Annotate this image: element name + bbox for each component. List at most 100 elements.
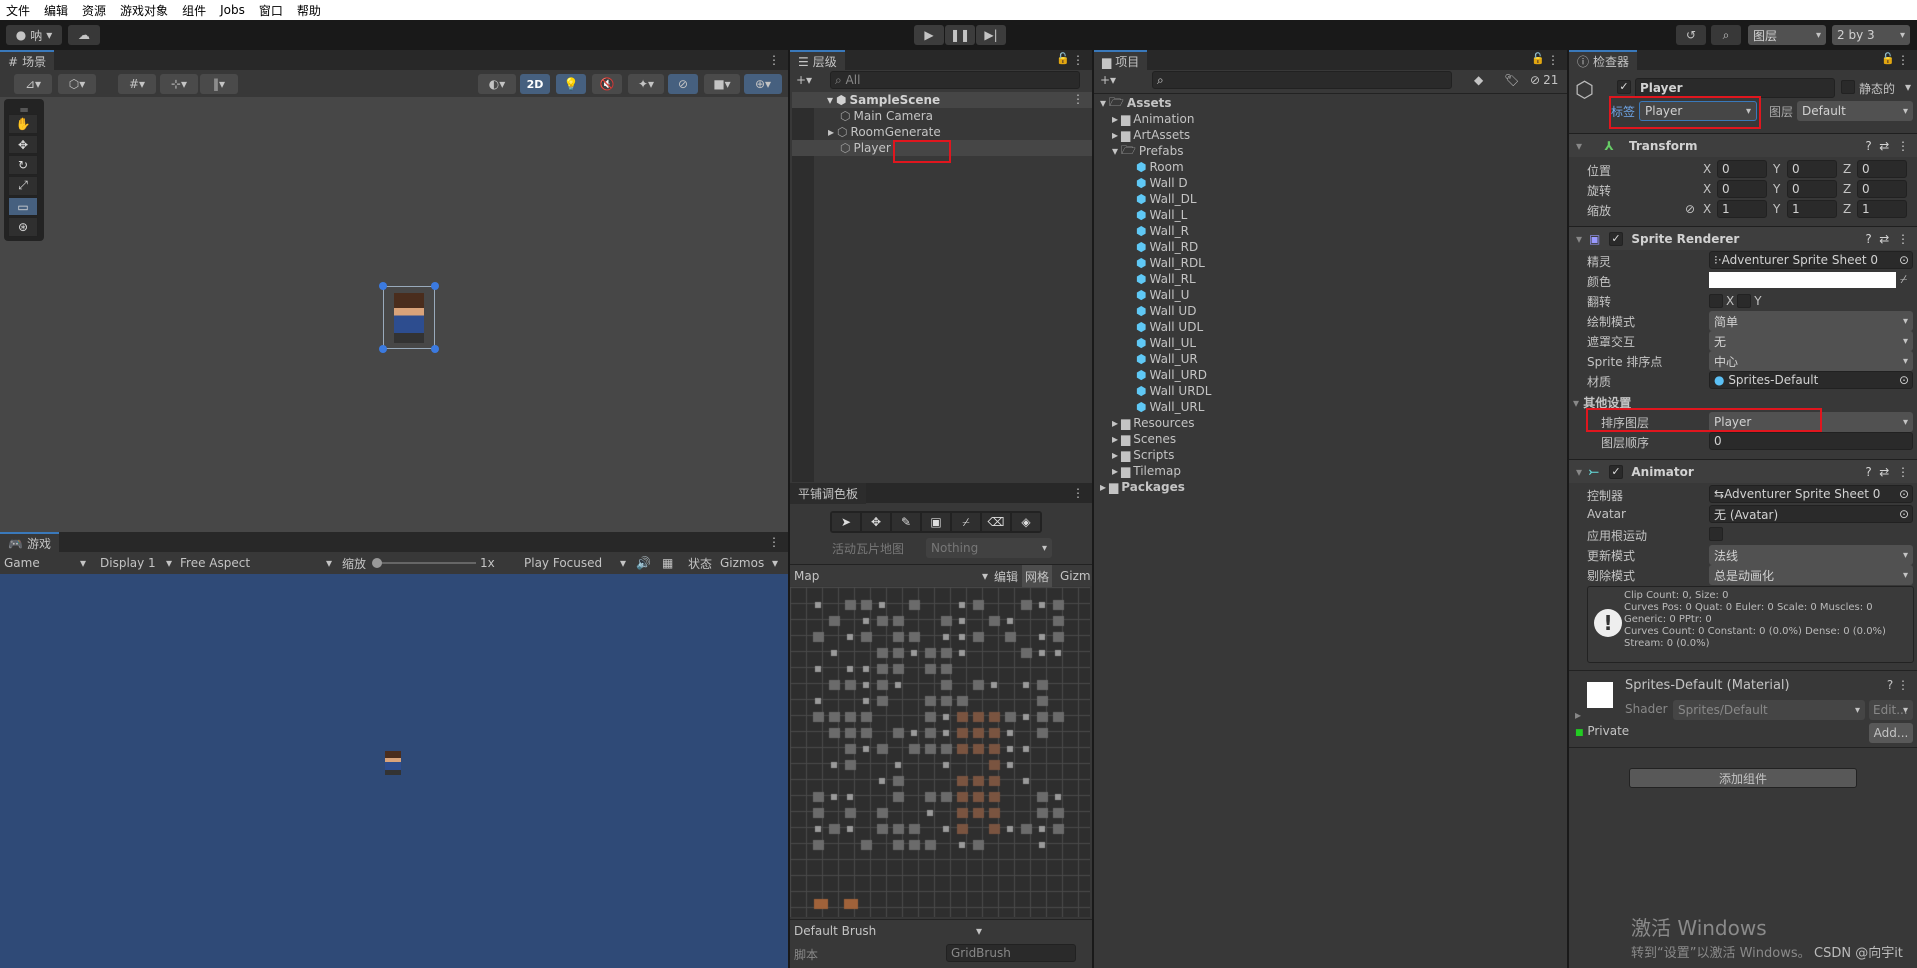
project-folder[interactable]: ▸ ▆ Resources	[1112, 415, 1195, 431]
culling-mode-dropdown[interactable]: 总是动画化	[1709, 565, 1913, 585]
keyboard-icon[interactable]: ▦	[662, 555, 673, 571]
tab-scene[interactable]: # 场景	[0, 50, 55, 71]
project-prefab[interactable]: ⬢ Room	[1136, 159, 1184, 175]
history-button[interactable]: ↺	[1676, 25, 1706, 45]
menu-item[interactable]: Jobs	[220, 3, 245, 17]
gizmos-dropdown-icon[interactable]: ▾	[772, 555, 778, 571]
cloud-button[interactable]: ☁	[68, 25, 100, 45]
gizmos-icon[interactable]: ⊕▾	[744, 74, 782, 94]
tab-tile-palette[interactable]: 平铺调色板	[790, 483, 867, 504]
hierarchy-item[interactable]: ⬡ Player	[792, 140, 1092, 156]
transform-y-field[interactable]: 1	[1787, 200, 1837, 218]
sprite-renderer-enabled-checkbox[interactable]: ✓	[1609, 231, 1623, 246]
flip-x-checkbox[interactable]	[1709, 294, 1723, 308]
more-icon[interactable]: ⋮	[1072, 53, 1084, 67]
scale-tool-icon[interactable]: ⤢	[8, 176, 38, 196]
transform-z-field[interactable]: 1	[1857, 200, 1907, 218]
project-prefab[interactable]: ⬢ Wall D	[1136, 175, 1188, 191]
create-button[interactable]: +▾	[1100, 72, 1116, 88]
fill-icon[interactable]: ◈	[1011, 512, 1041, 532]
transform-tool-icon[interactable]: ⊛	[8, 217, 38, 238]
shading-button[interactable]: ◐▾	[478, 74, 516, 94]
additional-settings-foldout[interactable]: ▾ 其他设置	[1573, 394, 1631, 411]
project-prefab[interactable]: ⬢ Wall_DL	[1136, 191, 1197, 207]
menu-item[interactable]: 帮助	[297, 2, 321, 19]
tab-inspector[interactable]: ⓘ 检查器	[1569, 50, 1638, 71]
search-button[interactable]: ⌕	[1711, 25, 1741, 45]
transform-z-field[interactable]: 0	[1857, 160, 1907, 178]
audio-icon[interactable]: 🔊	[636, 555, 651, 571]
menu-item[interactable]: 组件	[182, 2, 206, 19]
paint-tool-icon[interactable]: ✎	[891, 512, 921, 532]
project-prefab[interactable]: ⬢ Wall UDL	[1136, 319, 1203, 335]
tab-game[interactable]: 🎮 游戏	[0, 532, 59, 553]
active-tilemap-dropdown[interactable]: Nothing	[926, 538, 1052, 558]
ruler-button[interactable]: ‖▾	[200, 74, 238, 94]
update-mode-dropdown[interactable]: 法线	[1709, 545, 1913, 565]
box-fill-icon[interactable]: ▣	[921, 512, 951, 532]
mask-interaction-dropdown[interactable]: 无	[1709, 331, 1913, 351]
sorting-layer-dropdown[interactable]: Player	[1709, 412, 1913, 432]
effects-icon[interactable]: ✦▾	[628, 74, 664, 94]
play-button[interactable]: ▶	[914, 25, 944, 45]
increment-snap-button[interactable]: ⊹▾	[160, 74, 198, 94]
tile-palette-grid[interactable]	[790, 587, 1090, 917]
constrain-proportions-icon[interactable]: ⊘	[1685, 202, 1695, 216]
menu-item[interactable]: 文件	[6, 2, 30, 19]
project-prefab[interactable]: ⬢ Wall_UR	[1136, 351, 1198, 367]
play-mode-dropdown[interactable]: Play Focused ▾	[524, 555, 628, 571]
player-sprite-selected[interactable]	[379, 282, 439, 353]
static-checkbox[interactable]	[1841, 80, 1855, 94]
display-mode-dropdown[interactable]: Game ▾	[4, 555, 88, 571]
edit-shader-button[interactable]: Edit...	[1869, 700, 1913, 720]
more-icon[interactable]: ⋮	[1072, 486, 1084, 500]
order-field[interactable]: 0	[1709, 432, 1913, 450]
hand-tool-icon[interactable]: ✋	[8, 114, 38, 134]
hierarchy-search-input[interactable]: ⌕ All	[830, 71, 1080, 89]
menu-item[interactable]: 游戏对象	[120, 2, 168, 19]
pause-button[interactable]: ❚❚	[945, 25, 975, 45]
avatar-field[interactable]: 无 (Avatar) ⊙	[1709, 505, 1913, 523]
project-folder[interactable]: ▸ ▆ Scenes	[1112, 431, 1176, 447]
hierarchy-item[interactable]: ▸ ⬡ RoomGenerate	[792, 124, 1092, 140]
layout-dropdown[interactable]: 2 by 3	[1832, 25, 1910, 45]
filter-label-icon[interactable]: 🏷	[1504, 72, 1519, 88]
gizmos-button[interactable]: Gizmos	[720, 555, 764, 571]
transform-z-field[interactable]: 0	[1857, 180, 1907, 198]
transform-x-field[interactable]: 1	[1717, 200, 1767, 218]
rotate-tool-icon[interactable]: ↻	[8, 155, 38, 176]
stats-button[interactable]: 状态	[688, 555, 712, 571]
view-mode-button[interactable]: ⬡▾	[58, 74, 96, 94]
gizmos-button[interactable]: Gizm	[1060, 568, 1091, 584]
color-swatch[interactable]	[1709, 272, 1896, 288]
menu-item[interactable]: 编辑	[44, 2, 68, 19]
grid-button[interactable]: 网格	[1022, 565, 1053, 587]
project-folder[interactable]: ▾ 🗁 Prefabs	[1112, 143, 1183, 159]
draw-mode-button[interactable]: ⊿▾	[14, 74, 52, 94]
menu-item[interactable]: 资源	[82, 2, 106, 19]
project-folder[interactable]: ▸ ▆ Tilemap	[1112, 463, 1181, 479]
root-motion-checkbox[interactable]	[1709, 527, 1723, 541]
camera-icon[interactable]: ■▾	[704, 74, 740, 94]
flip-y-checkbox[interactable]	[1737, 294, 1752, 308]
project-folder[interactable]: ▸ ▆ Animation	[1112, 111, 1194, 127]
project-prefab[interactable]: ⬢ Wall UD	[1136, 303, 1196, 319]
tab-project[interactable]: ▆ 项目	[1094, 50, 1148, 71]
tab-hierarchy[interactable]: ☰ 层级	[790, 50, 845, 71]
project-prefab[interactable]: ⬢ Wall URDL	[1136, 383, 1211, 399]
step-button[interactable]: ▶|	[976, 25, 1006, 45]
move-tool-icon[interactable]: ✥	[8, 134, 38, 155]
transform-x-field[interactable]: 0	[1717, 160, 1767, 178]
scene-row[interactable]: ▾ ⬢ SampleScene ⋮	[792, 92, 1092, 108]
more-icon[interactable]: ⋮	[768, 535, 780, 549]
layers-dropdown[interactable]: 图层	[1748, 25, 1826, 45]
hierarchy-item[interactable]: ⬡ Main Camera	[792, 108, 1092, 124]
game-view[interactable]	[0, 574, 788, 968]
project-prefab[interactable]: ⬢ Wall_R	[1136, 223, 1189, 239]
project-folder[interactable]: ▸ ▆ Packages	[1100, 479, 1185, 495]
menu-item[interactable]: 窗口	[259, 2, 283, 19]
project-folder[interactable]: ▸ ▆ Scripts	[1112, 447, 1174, 463]
sort-point-dropdown[interactable]: 中心	[1709, 351, 1913, 371]
name-field[interactable]: Player	[1635, 78, 1835, 98]
controller-field[interactable]: ⇆ Adventurer Sprite Sheet 0 ⊙	[1709, 485, 1913, 503]
